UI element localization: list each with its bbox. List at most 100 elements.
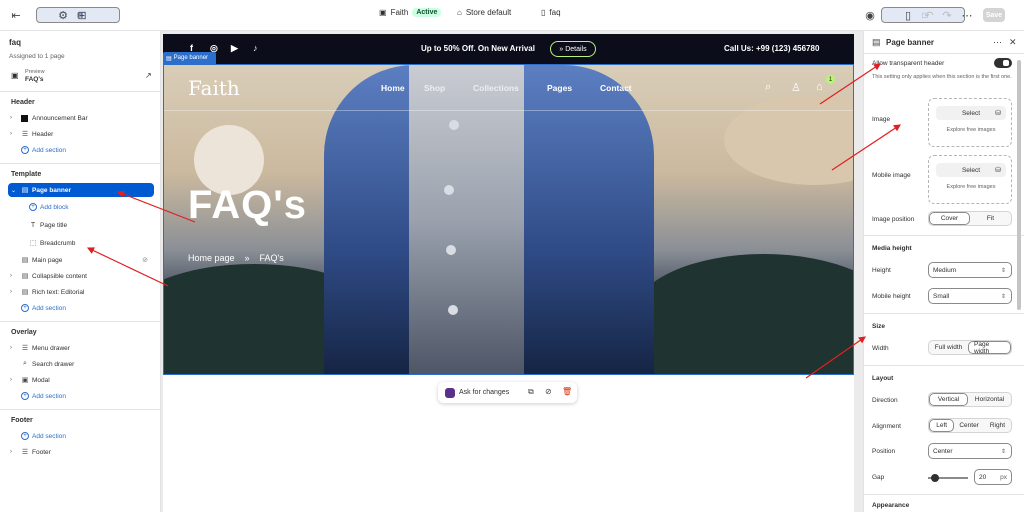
alignment-left[interactable]: Left [929,419,955,432]
section-menu-drawer[interactable]: › ☰ Menu drawer [0,341,161,355]
external-link-icon[interactable]: ↗ [145,71,152,80]
add-section-button[interactable]: + Add section [0,429,161,443]
alignment-label: Alignment [872,423,901,430]
width-full[interactable]: Full width [929,341,968,354]
more-icon[interactable]: ⋯ [993,37,1002,48]
save-button[interactable]: Save [983,8,1005,22]
hidden-eye-icon[interactable]: ⊘ [141,256,149,264]
transparent-header-toggle[interactable] [994,58,1012,68]
chevron-right-icon[interactable]: › [10,115,12,121]
site-logo[interactable]: Faith [188,76,240,100]
store-selector[interactable]: ⌂ Store default [457,8,511,17]
tiktok-icon[interactable]: ♪ [253,43,258,53]
preview-icon[interactable]: ◉ [862,7,878,23]
section-modal[interactable]: › ▣ Modal [0,373,161,387]
chevron-updown-icon: ⇕ [1000,293,1006,300]
redo-icon[interactable]: ↷ [939,7,955,23]
account-icon[interactable]: ♙ [791,81,801,94]
section-search-drawer[interactable]: ⌕ Search drawer [0,357,161,371]
explore-images-link[interactable]: Explore free images [929,184,1013,190]
youtube-icon[interactable]: ▶ [231,43,238,54]
cart-icon[interactable]: ⌂ [816,81,823,93]
nav-contact[interactable]: Contact [600,83,632,93]
settings-scrollbar[interactable] [1017,60,1021,310]
divider [0,409,161,410]
section-header[interactable]: › ☰ Header [0,127,161,141]
ai-icon [445,388,455,398]
section-announcement-bar[interactable]: › Announcement Bar [0,111,161,125]
direction-horizontal[interactable]: Horizontal [968,393,1011,406]
mobile-height-select[interactable]: Small ⇕ [928,288,1012,304]
gap-slider-handle[interactable] [931,474,939,482]
banner-illustration-button [449,120,459,130]
page-banner[interactable]: Faith Home Shop Collections Pages Contac… [163,64,854,375]
block-page-title[interactable]: T Page title [0,218,161,232]
mobile-view-icon[interactable]: ▯ [900,7,916,23]
block-label: Breadcrumb [40,239,76,247]
chevron-right-icon[interactable]: › [10,449,12,455]
section-page-banner[interactable]: ⌄ ▤ Page banner [8,183,154,197]
ask-for-changes-button[interactable]: Ask for changes [459,389,509,396]
chevron-right-icon[interactable]: › [10,377,12,383]
section-collapsible-content[interactable]: › ▤ Collapsible content [0,269,161,283]
add-section-button[interactable]: + Add section [0,389,161,403]
height-select[interactable]: Medium ⇕ [928,262,1012,278]
image-select-button[interactable]: Select ⛁ [936,106,1006,120]
add-section-button[interactable]: + Add section [0,143,161,157]
apps-icon[interactable]: ⊞ [74,7,90,23]
banner-title: FAQ's [188,183,307,227]
section-footer[interactable]: › ☰ Footer [0,445,161,459]
block-breadcrumb[interactable]: ⬚ Breadcrumb [0,236,161,250]
more-icon[interactable]: ⋯ [959,7,975,23]
nav-pages[interactable]: Pages [547,83,572,93]
database-icon: ⛁ [995,167,1001,174]
image-position-fit[interactable]: Fit [970,212,1011,225]
mobile-height-label: Mobile height [872,293,911,300]
chevron-right-icon[interactable]: › [10,273,12,279]
page-selector[interactable]: ▯ faq [541,8,561,17]
gear-icon[interactable]: ⚙ [55,7,71,23]
exit-icon[interactable]: ⇤ [8,7,24,23]
explore-images-link[interactable]: Explore free images [929,127,1013,133]
position-select[interactable]: Center ⇕ [928,443,1012,459]
nav-collections[interactable]: Collections [473,83,519,93]
announcement-bar[interactable]: f ◎ ▶ ♪ Up to 50% Off. On New Arrival » … [163,34,854,64]
chevron-down-icon[interactable]: ⌄ [11,187,16,194]
hide-icon[interactable]: ⊘ [545,387,552,396]
section-label: Page banner [32,186,72,194]
preview-selector[interactable]: Preview FAQ's [11,68,45,84]
chevron-right-icon[interactable]: › [10,289,12,295]
duplicate-icon[interactable]: ⧉ [528,387,534,397]
section-label: Main page [32,256,63,264]
chevron-right-icon[interactable]: › [10,345,12,351]
mobile-height-value: Small [933,292,950,300]
details-button[interactable]: » Details [550,41,596,57]
width-page[interactable]: Page width [968,341,1011,354]
trash-icon[interactable]: 🗑 [562,387,572,396]
add-block-button[interactable]: + Add block [0,200,161,214]
banner-illustration-button [446,245,456,255]
add-section-button[interactable]: + Add section [0,301,161,315]
section-main-page[interactable]: ▤ Main page ⊘ [0,253,161,267]
gap-label: Gap [872,474,885,481]
breadcrumb-home[interactable]: Home page [188,253,235,263]
mobile-image-select-button[interactable]: Select ⛁ [936,163,1006,177]
image-position-cover[interactable]: Cover [929,212,971,225]
close-icon[interactable]: ✕ [1009,37,1017,48]
alignment-center[interactable]: Center [954,419,984,432]
search-icon[interactable]: ⌕ [765,81,771,94]
alignment-right[interactable]: Right [984,419,1011,432]
direction-vertical[interactable]: Vertical [929,393,969,406]
theme-selector[interactable]: ▣ Faith Active [379,8,442,17]
nav-home[interactable]: Home [381,83,405,93]
section-rich-text[interactable]: › ▤ Rich text: Editorial [0,285,161,299]
divider [864,494,1024,495]
undo-icon[interactable]: ↶ [921,7,937,23]
gap-input[interactable]: 20 px [974,469,1012,485]
nav-shop[interactable]: Shop [424,83,445,93]
width-label: Width [872,345,889,352]
gap-slider[interactable] [928,474,968,482]
chevron-right-icon[interactable]: › [10,131,12,137]
search-icon: ⌕ [23,360,27,367]
text-icon: T [30,221,36,229]
